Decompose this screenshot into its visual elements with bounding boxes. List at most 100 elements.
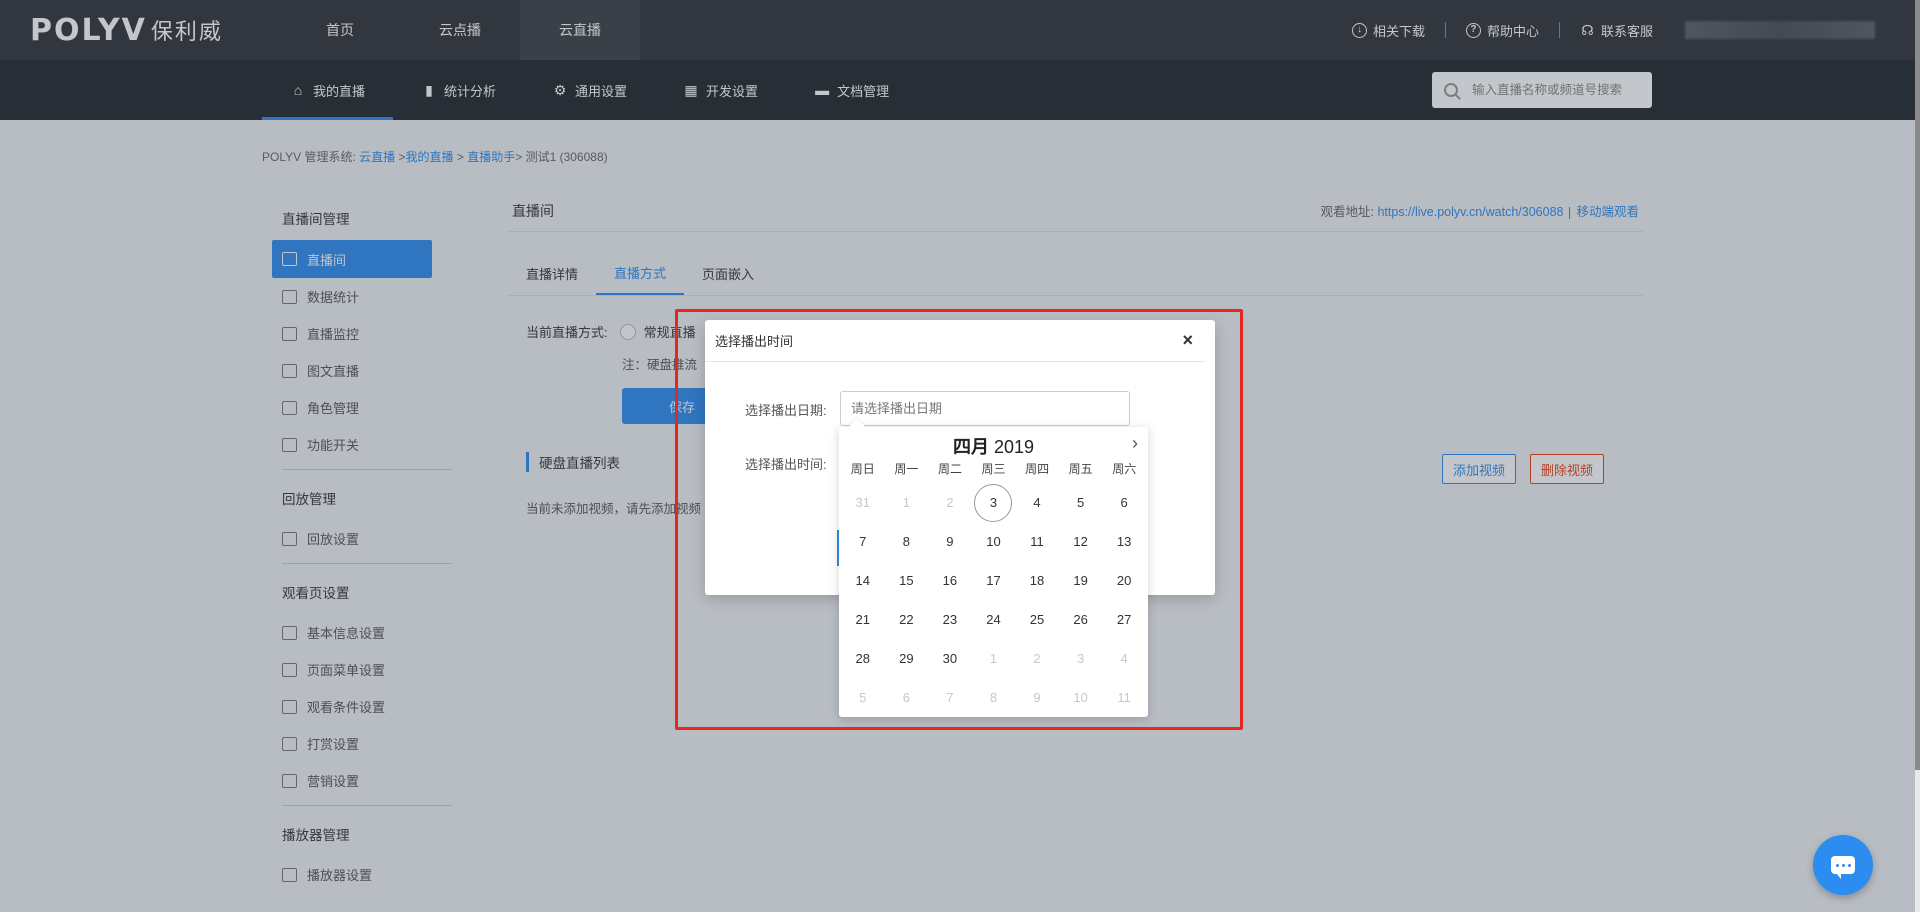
calendar-day[interactable]: 31	[841, 483, 885, 522]
calendar-day[interactable]: 28	[841, 639, 885, 678]
picker-year: 2019	[993, 437, 1035, 457]
calendar-day-number: 14	[855, 573, 871, 588]
calendar-day[interactable]: 3	[1059, 639, 1103, 678]
calendar-day[interactable]: 2	[928, 483, 972, 522]
date-label: 选择播出日期:	[745, 403, 827, 418]
calendar-day-number: 15	[899, 573, 914, 588]
calendar-day-number: 11	[1030, 534, 1044, 549]
calendar-day-number: 4	[1033, 495, 1041, 510]
calendar-day-number: 24	[986, 612, 1001, 627]
weekday: 周四	[1025, 462, 1050, 476]
calendar-day-number: 3	[1076, 651, 1085, 666]
calendar-day-today[interactable]: 3	[972, 483, 1016, 522]
calendar-day[interactable]: 11	[1102, 678, 1146, 717]
calendar-day[interactable]: 7	[841, 522, 885, 561]
calendar-day-number: 7	[946, 690, 954, 705]
day-grid: 31 1 2 3 4 5 6 7 8 9 10 11 12 13 14 15 16 17 18 19 20 21 22 23 2…	[841, 483, 1146, 717]
calendar-day[interactable]: 6	[1102, 483, 1146, 522]
calendar-day-number: 25	[1029, 612, 1045, 627]
calendar-day[interactable]: 10	[1059, 678, 1103, 717]
weekday: 周一	[894, 462, 919, 476]
date-picker: 四月 2019 › 周日 周一 周二 周三 周四 周五 周六 31 1 2 3 4 5 6 7…	[839, 418, 1148, 717]
calendar-day[interactable]: 9	[928, 522, 972, 561]
calendar-day-number: 10	[986, 534, 1001, 549]
calendar-day[interactable]: 15	[885, 561, 929, 600]
calendar-day-number: 27	[1116, 612, 1132, 627]
calendar-day[interactable]: 10	[972, 522, 1016, 561]
calendar-day-number: 7	[859, 534, 867, 549]
calendar-day[interactable]: 24	[972, 600, 1016, 639]
weekday: 周三	[981, 462, 1006, 476]
calendar-day-number: 18	[1029, 573, 1045, 588]
calendar-day-number: 9	[946, 534, 954, 549]
calendar-day-number: 19	[1073, 573, 1088, 588]
modal-header: 选择播出时间 ×	[705, 320, 1205, 362]
next-month-icon[interactable]: ›	[1132, 433, 1138, 454]
calendar-day[interactable]: 19	[1059, 561, 1103, 600]
chat-button[interactable]	[1813, 835, 1873, 895]
calendar-day[interactable]: 17	[972, 561, 1016, 600]
close-icon[interactable]: ×	[1182, 330, 1193, 351]
calendar-day-number: 3	[974, 483, 1013, 522]
calendar-day[interactable]: 4	[1102, 639, 1146, 678]
calendar-day[interactable]: 4	[1015, 483, 1059, 522]
calendar-day-number: 23	[942, 612, 958, 627]
modal-title: 选择播出时间	[715, 334, 794, 349]
calendar-day-number: 2	[1033, 651, 1041, 666]
calendar-day-number: 11	[1117, 690, 1131, 705]
calendar-day[interactable]: 5	[841, 678, 885, 717]
calendar-day[interactable]: 7	[928, 678, 972, 717]
weekday: 周五	[1068, 462, 1093, 476]
calendar-day[interactable]: 9	[1015, 678, 1059, 717]
time-label: 选择播出时间:	[745, 457, 827, 472]
calendar-day-number: 22	[899, 612, 914, 627]
picker-month: 四月	[952, 437, 989, 457]
calendar-day[interactable]: 23	[928, 600, 972, 639]
page-scrollbar[interactable]	[1915, 0, 1920, 912]
calendar-day-number: 12	[1073, 534, 1088, 549]
calendar-day[interactable]: 30	[928, 639, 972, 678]
calendar-day-number: 26	[1073, 612, 1088, 627]
calendar-day-number: 13	[1116, 534, 1132, 549]
calendar-day[interactable]: 12	[1059, 522, 1103, 561]
calendar-day-number: 4	[1120, 651, 1128, 666]
calendar-day-number: 30	[942, 651, 958, 666]
calendar-day[interactable]: 1	[885, 483, 929, 522]
calendar-day[interactable]: 20	[1102, 561, 1146, 600]
calendar-day-number: 10	[1073, 690, 1088, 705]
calendar-day[interactable]: 8	[885, 522, 929, 561]
calendar-day-number: 20	[1116, 573, 1132, 588]
calendar-day-number: 6	[902, 690, 910, 705]
scrollbar-thumb[interactable]	[1915, 0, 1920, 770]
calendar-day[interactable]: 18	[1015, 561, 1059, 600]
calendar-day[interactable]: 2	[1015, 639, 1059, 678]
calendar-day[interactable]: 6	[885, 678, 929, 717]
calendar-day-number: 21	[855, 612, 871, 627]
date-input[interactable]	[840, 391, 1130, 426]
weekday: 周日	[850, 462, 875, 476]
calendar-day-number: 6	[1120, 495, 1128, 510]
calendar-day[interactable]: 14	[841, 561, 885, 600]
calendar-day-number: 8	[902, 534, 910, 549]
calendar-day[interactable]: 22	[885, 600, 929, 639]
calendar-day[interactable]: 25	[1015, 600, 1059, 639]
calendar-day-number: 16	[942, 573, 958, 588]
calendar-day[interactable]: 16	[928, 561, 972, 600]
calendar-day[interactable]: 21	[841, 600, 885, 639]
calendar-day[interactable]: 11	[1015, 522, 1059, 561]
calendar-day[interactable]: 5	[1059, 483, 1103, 522]
calendar-day[interactable]: 8	[972, 678, 1016, 717]
weekday: 周二	[937, 462, 962, 476]
calendar-day-number: 8	[989, 690, 998, 705]
calendar-day-number: 17	[986, 573, 1001, 588]
calendar-day-number: 2	[946, 495, 954, 510]
calendar-day[interactable]: 1	[972, 639, 1016, 678]
calendar-day[interactable]: 29	[885, 639, 929, 678]
calendar-day-number: 9	[1033, 690, 1041, 705]
calendar-day-number: 5	[1076, 495, 1085, 510]
calendar-day-number: 5	[859, 690, 867, 705]
picker-header: 四月 2019	[839, 433, 1148, 457]
calendar-day[interactable]: 26	[1059, 600, 1103, 639]
calendar-day[interactable]: 13	[1102, 522, 1146, 561]
calendar-day[interactable]: 27	[1102, 600, 1146, 639]
